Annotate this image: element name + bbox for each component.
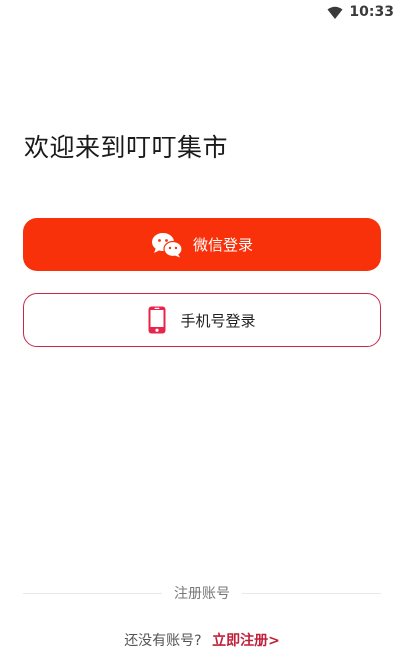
wechat-icon bbox=[151, 232, 183, 258]
phone-login-button[interactable]: 手机号登录 bbox=[23, 293, 381, 347]
register-prompt-row: 还没有账号? 立即注册> bbox=[0, 630, 404, 650]
wechat-login-label: 微信登录 bbox=[192, 236, 253, 254]
status-bar: 10:33 bbox=[0, 0, 404, 26]
register-now-link[interactable]: 立即注册> bbox=[212, 633, 280, 649]
status-right: 10:33 bbox=[327, 4, 394, 20]
divider-label: 注册账号 bbox=[174, 586, 230, 602]
wifi-icon bbox=[327, 5, 343, 19]
divider-line-left bbox=[23, 592, 162, 594]
register-divider: 注册账号 bbox=[23, 584, 381, 602]
status-time: 10:33 bbox=[349, 4, 394, 20]
wechat-login-button[interactable]: 微信登录 bbox=[23, 218, 381, 271]
welcome-title: 欢迎来到叮叮集市 bbox=[24, 133, 229, 162]
divider-line-right bbox=[242, 592, 381, 594]
mobile-phone-icon bbox=[148, 306, 166, 334]
phone-login-label: 手机号登录 bbox=[180, 311, 256, 330]
no-account-text: 还没有账号? bbox=[124, 633, 202, 649]
